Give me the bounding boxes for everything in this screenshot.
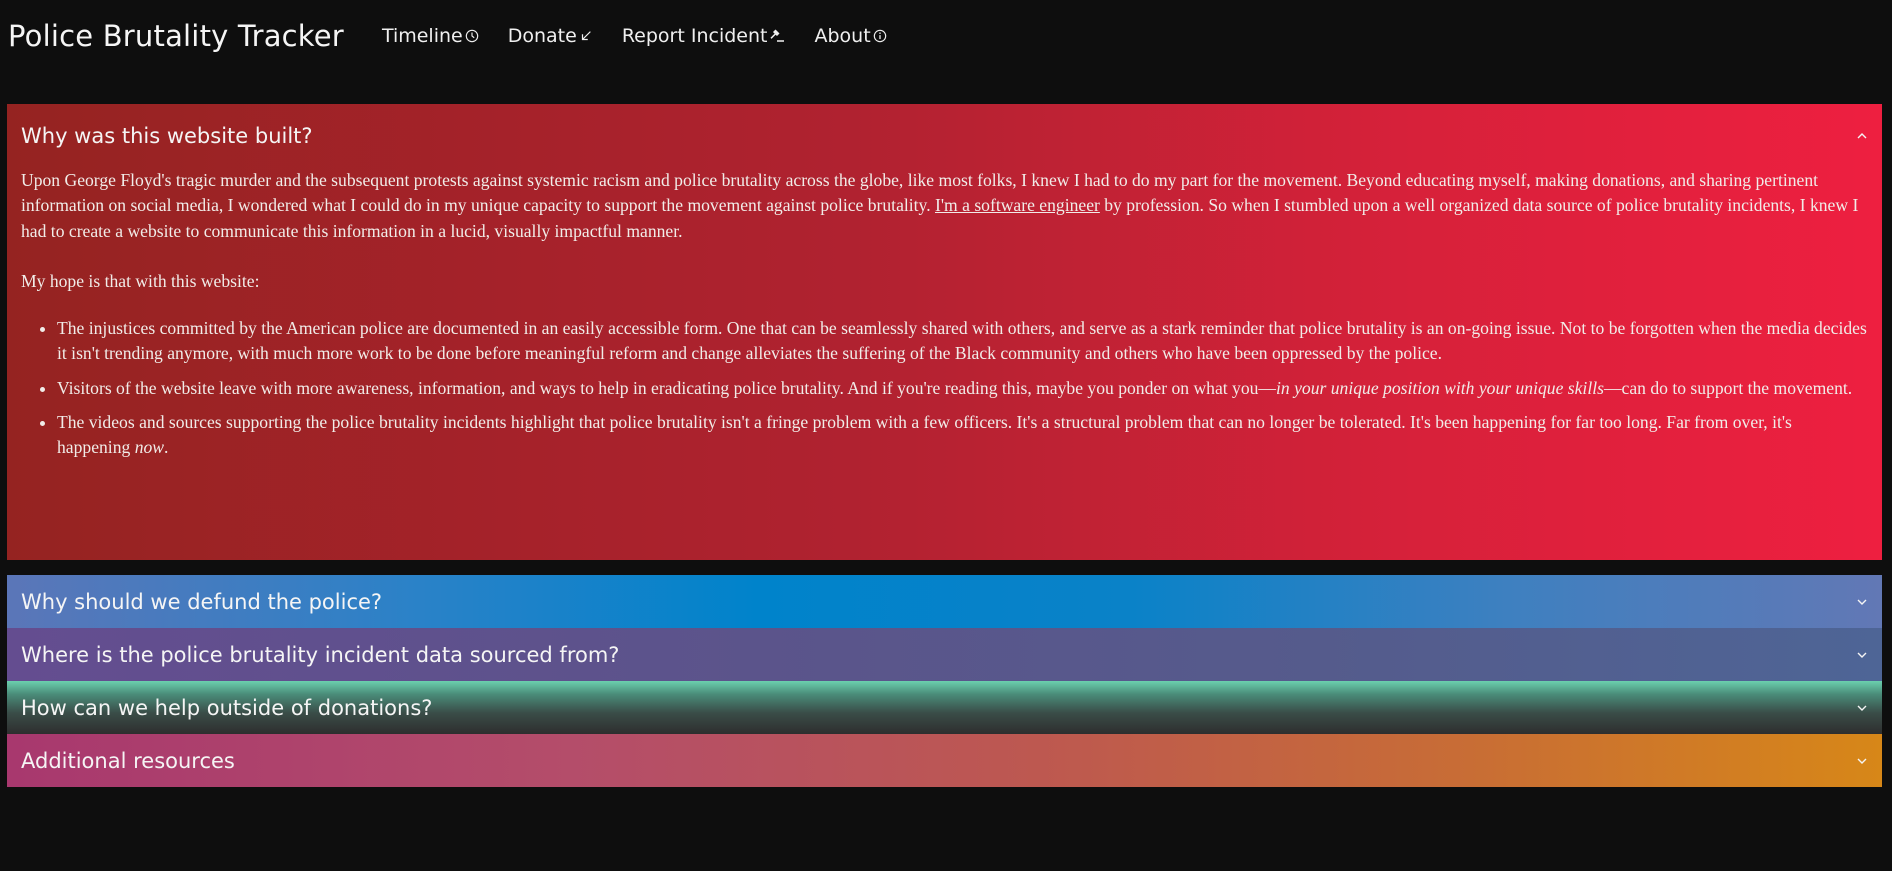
- software-engineer-link[interactable]: I'm a software engineer: [935, 195, 1100, 215]
- faq-header-why-built[interactable]: Why was this website built?: [7, 104, 1882, 168]
- faq-title: Why was this website built?: [21, 124, 313, 148]
- list-item: The videos and sources supporting the po…: [57, 410, 1868, 461]
- bullet-emphasis: in your unique position with your unique…: [1276, 377, 1604, 398]
- nav-link-donate[interactable]: Donate: [508, 25, 593, 47]
- faq-panel-resources: Additional resources: [7, 734, 1882, 787]
- nav-link-label: Donate: [507, 25, 577, 47]
- site-brand[interactable]: Police Brutality Tracker: [8, 19, 344, 53]
- faq-panel-defund: Why should we defund the police?: [7, 575, 1882, 628]
- nav-link-timeline[interactable]: Timeline: [382, 25, 479, 47]
- hope-list: The injustices committed by the American…: [21, 316, 1868, 460]
- faq-title: Additional resources: [21, 748, 235, 773]
- arrow-down-left-icon: [581, 31, 591, 41]
- nav-link-about[interactable]: About: [814, 25, 886, 47]
- nav-link-label: Report Incident: [621, 25, 768, 47]
- bullet-text: The videos and sources supporting the po…: [57, 412, 1792, 458]
- bullet-text: Visitors of the website leave with more …: [57, 377, 1277, 398]
- info-icon: [873, 29, 886, 43]
- faq-panel-data-source: Where is the police brutality incident d…: [7, 628, 1882, 681]
- faq-accordion: Why was this website built? Upon George …: [7, 104, 1882, 787]
- bullet-text: —can do to support the movement.: [1603, 377, 1853, 398]
- list-item: The injustices committed by the American…: [57, 316, 1868, 367]
- nav-link-report-incident[interactable]: Report Incident: [622, 25, 786, 47]
- faq-panel-help: How can we help outside of donations?: [7, 681, 1882, 734]
- faq-title: Why should we defund the police?: [21, 589, 383, 614]
- faq-header-data-source[interactable]: Where is the police brutality incident d…: [7, 628, 1882, 681]
- faq-panel-why-built: Why was this website built? Upon George …: [7, 104, 1882, 560]
- faq-header-defund[interactable]: Why should we defund the police?: [7, 575, 1882, 628]
- chevron-down-icon: [1856, 651, 1868, 659]
- chevron-down-icon: [1856, 704, 1868, 712]
- top-navbar: Police Brutality Tracker Timeline Donate…: [0, 0, 1892, 72]
- faq-header-resources[interactable]: Additional resources: [7, 734, 1882, 787]
- chevron-down-icon: [1856, 598, 1868, 606]
- clock-icon: [465, 29, 478, 43]
- chevron-down-icon: [1856, 757, 1868, 765]
- intro-paragraph: Upon George Floyd's tragic murder and th…: [21, 168, 1868, 244]
- faq-title: Where is the police brutality incident d…: [21, 642, 620, 667]
- bullet-text: The injustices committed by the American…: [57, 318, 1867, 364]
- list-item: Visitors of the website leave with more …: [57, 376, 1868, 401]
- bullet-emphasis: now: [134, 437, 165, 458]
- faq-body-why-built: Upon George Floyd's tragic murder and th…: [7, 168, 1882, 461]
- bullet-text: .: [164, 437, 169, 458]
- faq-header-help[interactable]: How can we help outside of donations?: [7, 681, 1882, 734]
- hope-paragraph: My hope is that with this website:: [21, 270, 260, 291]
- nav-link-label: About: [814, 25, 871, 47]
- gavel-icon: [770, 29, 785, 42]
- faq-title: How can we help outside of donations?: [21, 695, 433, 720]
- chevron-up-icon: [1856, 132, 1868, 140]
- nav-link-label: Timeline: [381, 25, 463, 47]
